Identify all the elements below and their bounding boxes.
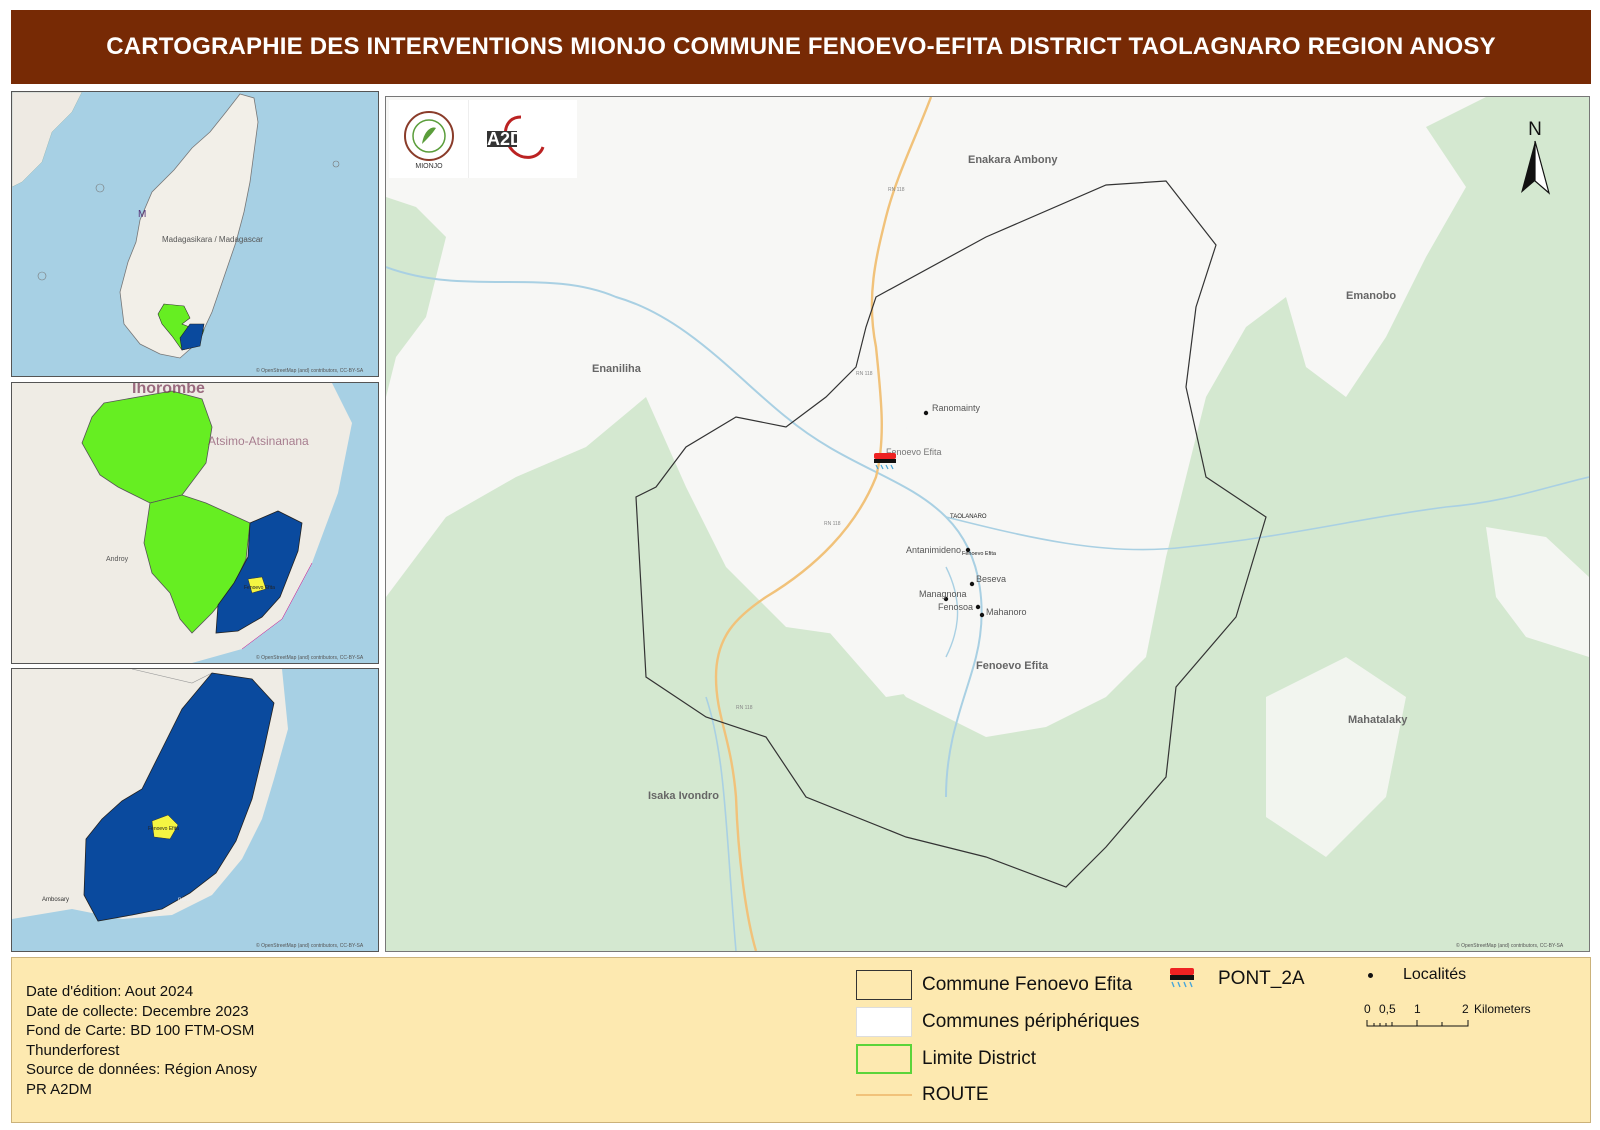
locality-managnona: Managnona: [919, 589, 967, 599]
inset-district: Fenoevo Efita Ambosary naro © OpenStreet…: [11, 668, 379, 952]
label-naro: naro: [178, 897, 191, 903]
mionjo-logo-mark: MIONJO: [403, 111, 454, 170]
locality-beseva: Beseva: [976, 574, 1006, 584]
main-attribution: © OpenStreetMap (and) contributors, CC-B…: [1456, 942, 1564, 949]
commune-label-fenoevo: Fenoevo Efita: [976, 660, 1049, 672]
commune-label-mahatalaky: Mahatalaky: [1348, 714, 1408, 726]
meta-author: PR A2DM: [26, 1080, 92, 1098]
label-fenoevo-inset2: Fenoevo Efita: [244, 585, 275, 591]
mionjo-logo-text: MIONJO: [415, 163, 443, 170]
map-title: CARTOGRAPHIE DES INTERVENTIONS MIONJO CO…: [11, 10, 1591, 84]
region-map: Ihorombe Atsimo-Atsinanana Androy Fenoev…: [12, 383, 378, 663]
peripheral-swatch: [856, 1007, 912, 1037]
legend-district: Limite District: [856, 1044, 1036, 1074]
inset2-attribution: © OpenStreetMap (and) contributors, CC-B…: [256, 654, 364, 661]
legend-route-label: ROUTE: [922, 1084, 989, 1105]
label-ihorombe: Ihorombe: [132, 383, 205, 397]
label-atsimo: Atsimo-Atsinanana: [208, 434, 309, 448]
inset-madagascar: Madagasikara / Madagascar M © OpenStreet…: [11, 91, 379, 377]
legend-route: ROUTE: [856, 1080, 989, 1110]
scale-tick-1: 1: [1414, 1002, 1421, 1016]
a2dm-logo-text: A2DM: [487, 129, 538, 149]
label-madagascar: Madagasikara / Madagascar: [162, 235, 263, 244]
commune-label-isaka: Isaka Ivondro: [648, 790, 719, 802]
road-label-3: RN 118: [824, 521, 841, 527]
legend-peripheral: Communes périphériques: [856, 1007, 1140, 1037]
locality-fenosoa: Fenosoa: [938, 602, 973, 612]
legend-pont: PONT_2A: [1168, 966, 1305, 992]
main-map[interactable]: Enakara Ambony Emanobo Enaniliha Fenoevo…: [385, 96, 1590, 952]
route-swatch: [856, 1080, 912, 1110]
scale-tick-05: 0,5: [1379, 1002, 1396, 1016]
legend-localites: Localités: [1368, 966, 1466, 984]
road-label-1: RN 118: [888, 187, 905, 193]
meta-basemap: Fond de Carte: BD 100 FTM-OSM: [26, 1022, 255, 1039]
scale-tick-0: 0: [1364, 1002, 1371, 1016]
a2dm-logo: A2DM: [469, 100, 577, 178]
pont-icon: [1170, 968, 1194, 988]
localites-dot: [1368, 972, 1373, 978]
meta-edition-date: Date d'édition: Aout 2024: [26, 983, 194, 1000]
legend-district-label: Limite District: [922, 1048, 1037, 1069]
inset3-attribution: © OpenStreetMap (and) contributors, CC-B…: [256, 942, 364, 949]
mionjo-logo: MIONJO: [389, 100, 469, 178]
map-metadata: Date d'édition: Aout 2024 Date de collec…: [26, 982, 257, 1099]
road-label-4: RN 118: [736, 705, 753, 711]
label-m: M: [138, 209, 146, 220]
road-label-2: RN 118: [856, 371, 873, 377]
meta-collect-date: Date de collecte: Decembre 2023: [26, 1002, 249, 1020]
legend-peripheral-label: Communes périphériques: [922, 1011, 1140, 1032]
locality-antanimideno: Antanimideno: [906, 545, 961, 555]
north-label: N: [1528, 119, 1542, 140]
label-androy: Androy: [106, 556, 129, 563]
commune-swatch: [856, 970, 912, 1000]
legend-localites-label: Localités: [1403, 966, 1467, 983]
logos: MIONJO A2DM: [389, 100, 577, 178]
district-map: Fenoevo Efita Ambosary naro © OpenStreet…: [12, 669, 378, 951]
locality-ranomainty: Ranomainty: [932, 403, 981, 413]
label-ambosary: Ambosary: [42, 897, 69, 903]
scale-tick-2: 2: [1462, 1002, 1469, 1016]
commune-label-enakara: Enakara Ambony: [968, 154, 1058, 166]
legend-pont-label: PONT_2A: [1218, 968, 1305, 989]
commune-label-enaniliha: Enaniliha: [592, 363, 642, 375]
inset-region: Ihorombe Atsimo-Atsinanana Androy Fenoev…: [11, 382, 379, 664]
madagascar-map: Madagasikara / Madagascar M © OpenStreet…: [12, 92, 378, 376]
scale-unit: Kilometers: [1474, 1002, 1531, 1016]
scale-bar: 0 0,5 1 2 Kilometers: [1364, 998, 1564, 1048]
meta-basemap-2: Thunderforest: [26, 1041, 120, 1059]
legend-commune: Commune Fenoevo Efita: [856, 970, 1132, 1000]
label-taolanaro: TAOLANARO: [950, 514, 987, 520]
commune-label-emanobo: Emanobo: [1346, 290, 1396, 302]
locality-mahanoro: Mahanoro: [986, 607, 1027, 617]
legend-panel: Date d'édition: Aout 2024 Date de collec…: [11, 957, 1591, 1123]
legend-commune-label: Commune Fenoevo Efita: [922, 974, 1133, 995]
a2dm-logo-mark: A2DM: [487, 115, 545, 159]
district-swatch: [856, 1044, 912, 1074]
meta-source: Source de données: Région Anosy: [26, 1061, 257, 1078]
scale-bar-graphic: 0 0,5 1 2 Kilometers: [1364, 1002, 1531, 1027]
main-map-canvas: Enakara Ambony Emanobo Enaniliha Fenoevo…: [386, 97, 1589, 951]
label-fenoevo-inset3: Fenoevo Efita: [148, 826, 179, 832]
north-arrow: N: [1515, 119, 1555, 199]
inset1-attribution: © OpenStreetMap (and) contributors, CC-B…: [256, 367, 364, 374]
